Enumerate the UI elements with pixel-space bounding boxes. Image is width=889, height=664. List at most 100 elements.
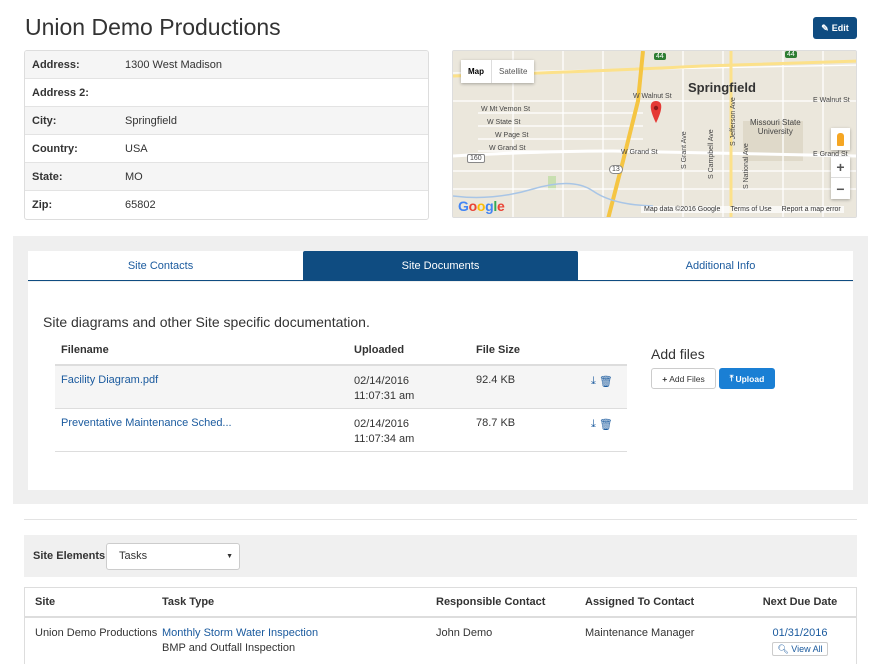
- site-elements-bar: Site Elements: Tasks ▼: [24, 535, 857, 577]
- address-key: City:: [32, 114, 57, 127]
- address-key: Zip:: [32, 199, 53, 211]
- site-elements-selected: Tasks: [119, 550, 148, 562]
- file-row: Preventative Maintenance Sched... 02/14/…: [55, 409, 627, 452]
- task-assigned: Maintenance Manager: [585, 627, 695, 639]
- file-uploaded: 02/14/2016 11:07:34 am: [354, 417, 476, 451]
- pencil-icon: ✎: [821, 22, 829, 33]
- file-uploaded: 02/14/2016 11:07:31 am: [354, 374, 476, 408]
- upload-icon: ⤒: [729, 373, 734, 383]
- tasks-table-header: Site Task Type Responsible Contact Assig…: [25, 588, 856, 618]
- map-type-map-button[interactable]: Map: [461, 60, 491, 83]
- address-value: 65802: [125, 199, 156, 211]
- map-street-label: S Campbell Ave: [708, 129, 715, 179]
- map-street-label: W Mt Vernon St: [481, 106, 531, 113]
- view-all-button[interactable]: 🔍︎ View All: [772, 642, 828, 656]
- page-title: Union Demo Productions: [25, 14, 281, 40]
- file-time: 11:07:34 am: [354, 433, 415, 445]
- add-files-title: Add files: [651, 346, 705, 362]
- address-key: State:: [32, 170, 63, 183]
- file-size: 78.7 KB: [476, 417, 516, 429]
- task-site: Union Demo Productions: [35, 627, 158, 639]
- due-date-link[interactable]: 01/31/2016: [772, 627, 827, 639]
- address-value: MO: [125, 170, 143, 183]
- site-elements-select[interactable]: Tasks ▼: [106, 543, 240, 570]
- file-time: 11:07:31 am: [354, 390, 415, 402]
- files-table-header: Filename Uploaded File Size: [55, 336, 627, 366]
- map-terms-link[interactable]: Terms of Use: [730, 206, 771, 213]
- section-divider: [24, 519, 857, 520]
- zoom-out-button[interactable]: −: [831, 178, 850, 199]
- plus-icon: +: [662, 373, 668, 384]
- edit-button[interactable]: ✎ Edit: [813, 17, 857, 39]
- map-street-label: W Grand St: [621, 149, 658, 156]
- address-row: Address 2:: [25, 79, 428, 107]
- col-filename: Filename: [61, 344, 109, 356]
- tab-additional-info[interactable]: Additional Info: [588, 251, 853, 280]
- download-icon[interactable]: ⤓: [591, 418, 596, 431]
- address-table: Address: 1300 West Madison Address 2: Cit…: [24, 50, 429, 220]
- view-all-label: View All: [791, 644, 823, 654]
- col-next-due-date: Next Due Date: [762, 596, 838, 608]
- upload-label: Upload: [735, 373, 765, 384]
- street-view-pegman[interactable]: [831, 128, 850, 150]
- map-attribution: Map data ©2016 Google Terms of Use Repor…: [641, 206, 844, 213]
- google-logo: Google: [458, 198, 505, 214]
- route-44-shield: 44: [654, 53, 666, 60]
- address-row: City: Springfield: [25, 107, 428, 135]
- col-site: Site: [35, 596, 56, 608]
- add-files-label: Add Files: [669, 373, 705, 384]
- col-assigned-contact: Assigned To Contact: [585, 596, 695, 608]
- file-actions: ⤓ 🗑: [591, 374, 627, 408]
- tasks-table: Site Task Type Responsible Contact Assig…: [24, 587, 857, 664]
- route-44-shield: 44: [785, 51, 797, 58]
- tab-site-contacts[interactable]: Site Contacts: [28, 251, 293, 280]
- map-street-label: S Grant Ave: [681, 131, 688, 169]
- file-link[interactable]: Preventative Maintenance Sched...: [55, 417, 354, 451]
- address-value: USA: [125, 142, 148, 155]
- col-file-size: File Size: [476, 344, 521, 356]
- pegman-icon: [837, 132, 844, 146]
- route-13-shield: 13: [609, 165, 623, 174]
- route-160-shield: 160: [467, 154, 485, 163]
- file-row: Facility Diagram.pdf 02/14/2016 11:07:31 …: [55, 366, 627, 409]
- task-subtype: BMP and Outfall Inspection: [162, 642, 296, 654]
- map-street-label: W Walnut St: [633, 93, 672, 100]
- zoom-in-button[interactable]: +: [831, 157, 850, 178]
- map-street-label: S Jefferson Ave: [730, 97, 737, 146]
- address-row: Country: USA: [25, 135, 428, 163]
- address-row: Zip: 65802: [25, 191, 428, 219]
- map-data-attribution: Map data ©2016 Google: [644, 206, 721, 213]
- col-uploaded: Uploaded: [354, 343, 405, 356]
- upload-button[interactable]: ⤒ Upload: [719, 368, 775, 389]
- site-elements-label: Site Elements:: [33, 550, 109, 562]
- documents-panel: Site diagrams and other Site specific do…: [28, 282, 853, 490]
- address-key: Country:: [32, 142, 78, 155]
- site-map[interactable]: Map Satellite Springfield Missouri State…: [452, 50, 857, 218]
- file-date: 02/14/2016: [354, 418, 410, 430]
- file-link[interactable]: Facility Diagram.pdf: [55, 374, 354, 408]
- address-key: Address:: [32, 58, 80, 71]
- map-street-label: S National Ave: [743, 143, 750, 189]
- address-value: Springfield: [125, 114, 177, 127]
- col-task-type: Task Type: [162, 596, 215, 608]
- site-documents-section: Site Contacts Site Documents Additional …: [13, 236, 868, 504]
- address-value: 1300 West Madison: [125, 58, 223, 71]
- map-report-link[interactable]: Report a map error: [782, 206, 841, 213]
- map-type-satellite-button[interactable]: Satellite: [491, 60, 534, 83]
- address-row: State: MO: [25, 163, 428, 191]
- download-icon[interactable]: ⤓: [591, 375, 596, 388]
- add-files-button[interactable]: + Add Files: [651, 368, 716, 389]
- map-street-label: E Walnut St: [813, 97, 850, 104]
- file-size: 92.4 KB: [476, 374, 516, 386]
- task-due-cell: 01/31/2016 🔍︎ View All: [745, 626, 855, 657]
- task-type-link[interactable]: Monthly Storm Water Inspection: [162, 627, 318, 639]
- tab-site-documents[interactable]: Site Documents: [303, 251, 578, 280]
- trash-icon[interactable]: 🗑: [599, 375, 613, 388]
- map-street-label: W Grand St: [489, 145, 526, 152]
- trash-icon[interactable]: 🗑: [599, 418, 613, 431]
- map-zoom-controls: + −: [831, 157, 850, 199]
- map-street-label: W Page St: [495, 132, 529, 139]
- map-city-label: Springfield: [688, 80, 756, 95]
- edit-button-label: Edit: [831, 23, 849, 33]
- tab-bar: Site Contacts Site Documents Additional …: [28, 251, 853, 281]
